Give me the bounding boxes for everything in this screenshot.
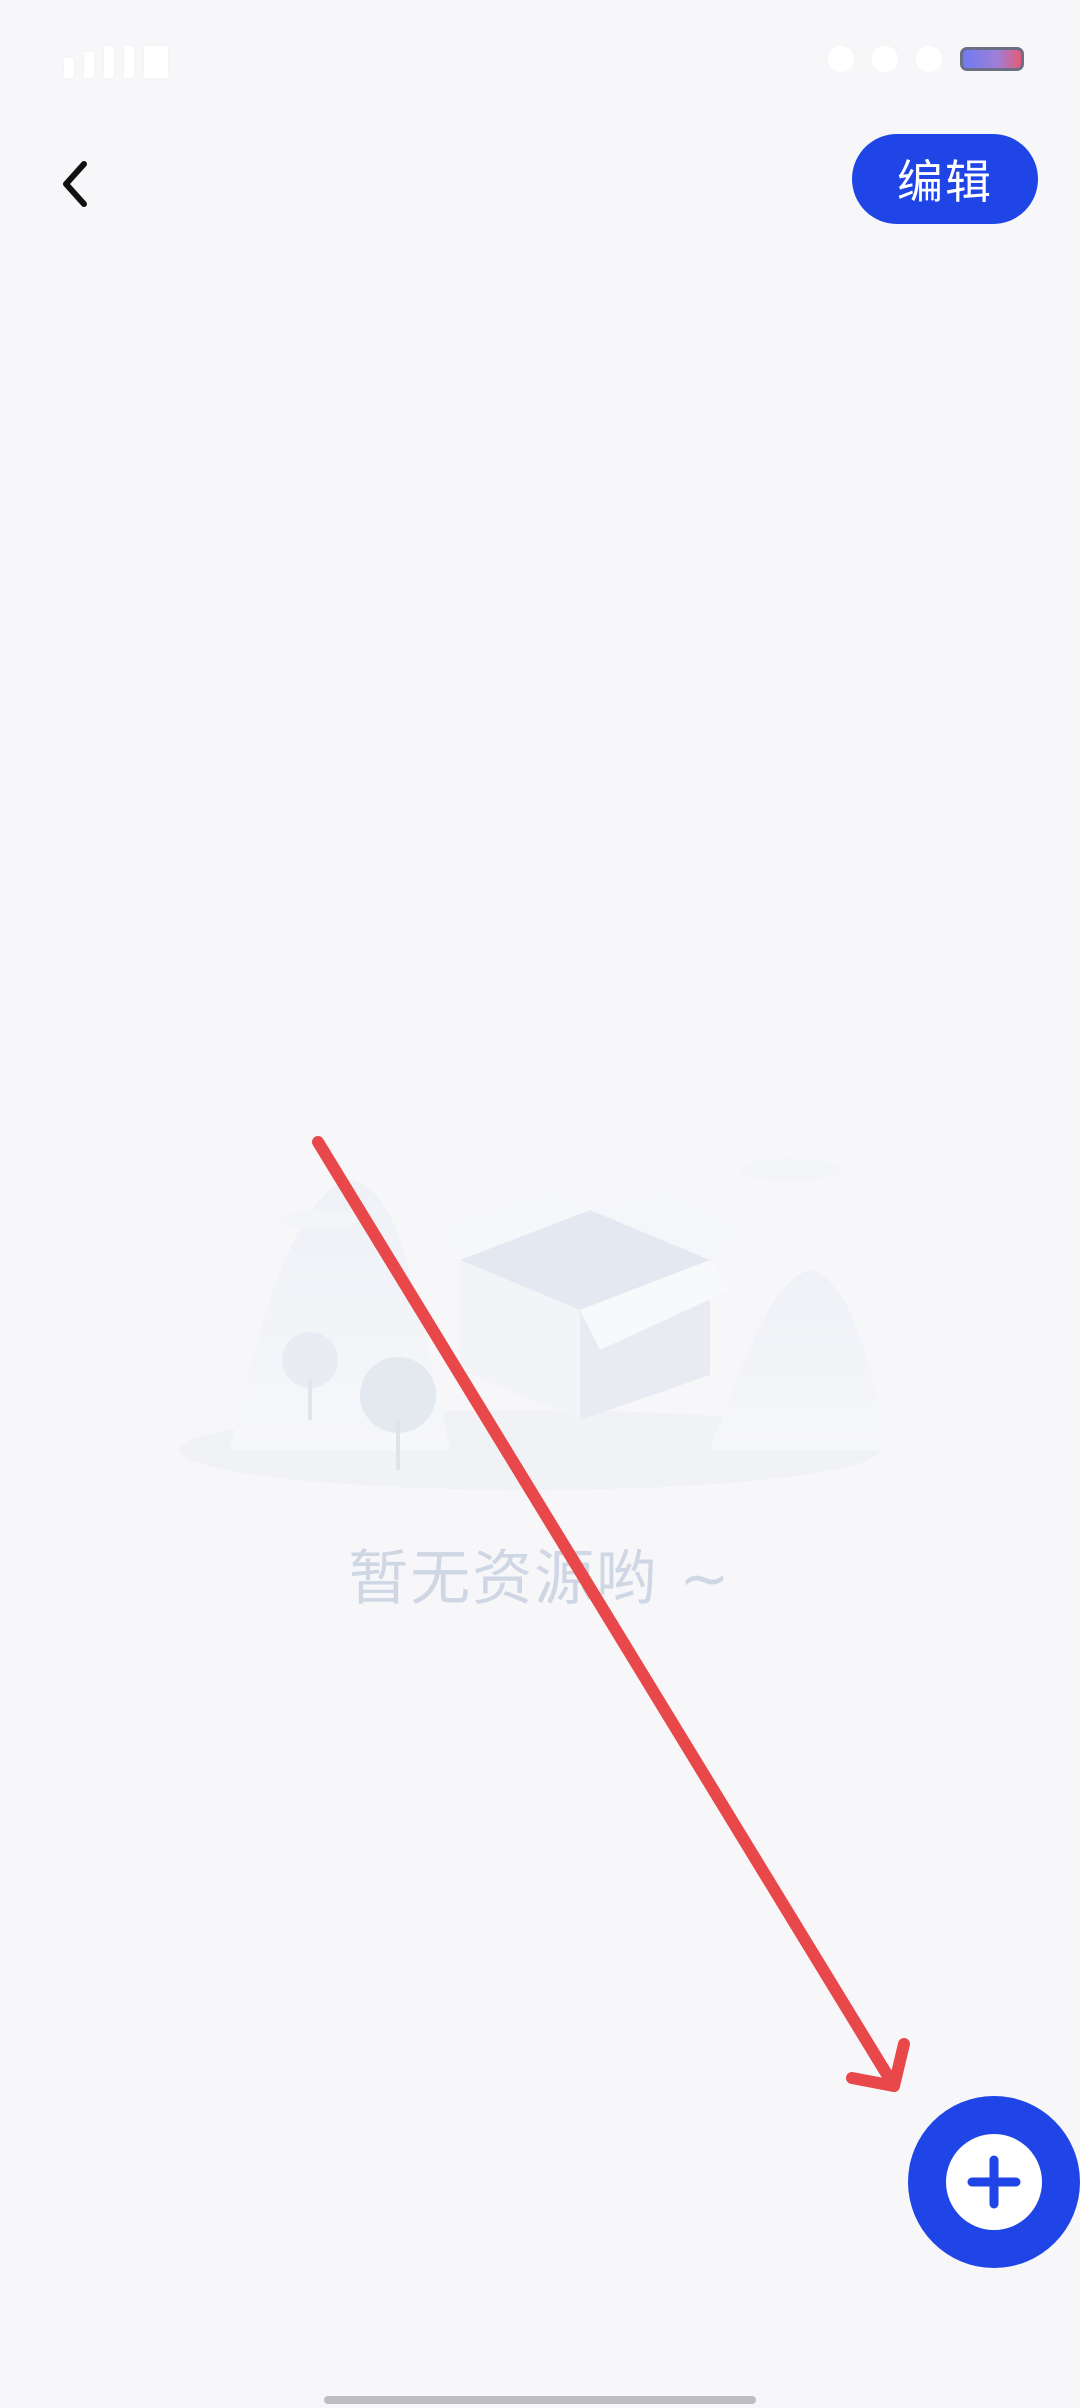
empty-state-message: 暂无资源哟 ~: [348, 1544, 732, 1614]
battery-icon: [960, 47, 1024, 71]
home-indicator[interactable]: [324, 2396, 756, 2404]
screen: 编辑 暂无资源哟 ~: [0, 0, 1080, 2408]
add-button[interactable]: [908, 2096, 1080, 2268]
status-icons: [828, 46, 1024, 72]
top-bar: 编辑: [0, 120, 1080, 240]
signal-icon: [64, 46, 168, 78]
plus-icon-container: [946, 2134, 1042, 2230]
edit-button[interactable]: 编辑: [852, 134, 1038, 224]
plus-icon: [967, 2155, 1021, 2209]
empty-box-illustration: [180, 1158, 890, 1490]
location-icon: [916, 46, 942, 72]
chevron-left-icon: [63, 161, 87, 207]
wifi-icon: [872, 46, 898, 72]
status-bar: [0, 0, 1080, 120]
back-button[interactable]: [36, 144, 116, 224]
alarm-icon: [828, 46, 854, 72]
